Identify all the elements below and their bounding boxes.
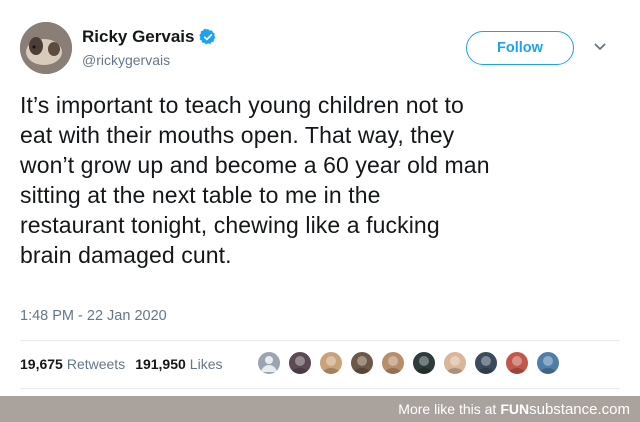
tweet-timestamp[interactable]: 1:48 PM - 22 Jan 2020 xyxy=(20,308,167,324)
site-footer[interactable]: More like this at FUN substance.com xyxy=(0,396,640,422)
author-name-text[interactable]: Ricky Gervais xyxy=(82,27,194,47)
liker-avatars xyxy=(257,351,567,375)
author-avatar[interactable] xyxy=(20,22,72,74)
author-handle[interactable]: @rickygervais xyxy=(82,52,170,68)
verified-badge-icon xyxy=(199,28,217,46)
likes-stat[interactable]: 191,950 Likes xyxy=(135,356,222,372)
avatar-icon[interactable] xyxy=(319,351,343,375)
retweets-count: 19,675 xyxy=(20,356,63,372)
footer-brand-rest: substance.com xyxy=(529,400,630,418)
footer-more-text: More like this at xyxy=(398,401,497,417)
avatar-icon[interactable] xyxy=(443,351,467,375)
likes-label: Likes xyxy=(189,356,223,372)
likes-count: 191,950 xyxy=(135,356,186,372)
avatar-icon[interactable] xyxy=(474,351,498,375)
tweet-card: Ricky Gervais @rickygervais Follow It’s … xyxy=(0,0,640,396)
author-name[interactable]: Ricky Gervais xyxy=(82,27,217,47)
avatar-icon[interactable] xyxy=(505,351,529,375)
retweets-stat[interactable]: 19,675 Retweets xyxy=(20,356,125,372)
avatar-icon[interactable] xyxy=(412,351,436,375)
divider xyxy=(20,388,620,389)
avatar-icon[interactable] xyxy=(288,351,312,375)
avatar-icon[interactable] xyxy=(381,351,405,375)
tweet-stats: 19,675 Retweets 191,950 Likes xyxy=(20,356,232,372)
chevron-down-icon[interactable] xyxy=(593,40,607,54)
divider xyxy=(20,340,620,341)
follow-button[interactable]: Follow xyxy=(466,31,574,65)
avatar-icon[interactable] xyxy=(536,351,560,375)
avatar-icon[interactable] xyxy=(350,351,374,375)
tweet-text: It’s important to teach young children n… xyxy=(20,92,490,268)
footer-brand-fun: FUN xyxy=(500,401,530,417)
retweets-label: Retweets xyxy=(66,356,126,372)
avatar-default-icon[interactable] xyxy=(257,351,281,375)
